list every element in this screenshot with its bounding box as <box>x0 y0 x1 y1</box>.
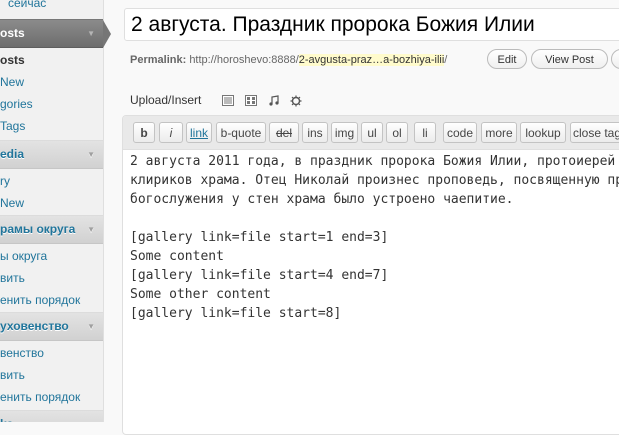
quicktags-toolbar: b i link b-quote del ins img ul ol li co… <box>123 116 619 150</box>
media-icon[interactable] <box>290 95 302 107</box>
sidebar-item-clergy[interactable]: венство <box>0 346 103 360</box>
sidebar-item-media-new[interactable]: New <box>0 196 103 210</box>
content-line: Some other content <box>130 287 271 302</box>
sidebar-header-clergy-label: уховенство <box>0 319 69 333</box>
content-line: клириков храма. Отец Николай произнес пр… <box>130 173 619 188</box>
qt-close-tags-button[interactable]: close tags <box>570 122 619 143</box>
audio-icon[interactable] <box>268 95 280 106</box>
sidebar-header-temples-label: рамы округа <box>0 222 76 236</box>
sidebar-item-clergy-add[interactable]: вить <box>0 368 103 382</box>
sidebar-header-links-label: ks <box>0 417 13 422</box>
sidebar-header-links[interactable]: ks ▼ <box>0 410 103 422</box>
content-line: [gallery link=file start=8] <box>130 306 342 321</box>
sidebar-item-temples[interactable]: ы округа <box>0 249 103 263</box>
chevron-down-icon: ▼ <box>87 150 95 159</box>
sidebar-header-temples[interactable]: рамы округа ▼ <box>0 215 103 244</box>
sidebar-header-clergy[interactable]: уховенство ▼ <box>0 312 103 341</box>
qt-blockquote-button[interactable]: b-quote <box>216 122 266 143</box>
permalink-slug[interactable]: 2-avgusta-praz…a-bozhiya-ilii <box>298 54 445 66</box>
sidebar-item-library[interactable]: ry <box>0 174 103 188</box>
qt-ol-button[interactable]: ol <box>386 122 408 143</box>
permalink-base: http://horoshevo:8888/ <box>189 54 299 66</box>
chevron-down-icon: ▼ <box>87 225 95 234</box>
html-editor[interactable]: b i link b-quote del ins img ul ol li co… <box>122 115 619 435</box>
sidebar-item-temples-add[interactable]: вить <box>0 271 103 285</box>
qt-img-button[interactable]: img <box>331 122 358 143</box>
permalink-end: / <box>444 54 448 66</box>
sidebar-header-posts-label: osts <box>0 26 25 40</box>
current-menu-pointer <box>103 20 111 48</box>
edit-permalink-button[interactable]: Edit <box>487 49 527 69</box>
qt-ul-button[interactable]: ul <box>361 122 383 143</box>
qt-lookup-button[interactable]: lookup <box>520 122 566 143</box>
qt-more-button[interactable]: more <box>481 122 517 143</box>
content-line: [gallery link=file start=4 end=7] <box>130 268 389 283</box>
sidebar-item-all-posts[interactable]: osts <box>0 53 103 67</box>
sidebar-header-media[interactable]: edia ▼ <box>0 140 103 169</box>
qt-code-button[interactable]: code <box>443 122 477 143</box>
chevron-down-icon: ▼ <box>87 29 95 38</box>
upload-insert-label: Upload/Insert <box>130 93 202 107</box>
admin-sidebar: сейчас osts ▼ osts New gories Tags edia … <box>0 0 104 422</box>
sidebar-item-tags[interactable]: Tags <box>0 119 103 133</box>
qt-del-button[interactable]: del <box>269 122 299 143</box>
sidebar-header-media-label: edia <box>0 147 25 161</box>
chevron-down-icon: ▼ <box>87 322 95 331</box>
video-icon[interactable] <box>245 95 257 106</box>
sidebar-item-temples-order[interactable]: енить порядок <box>0 293 103 307</box>
post-title-field[interactable]: 2 августа. Праздник пророка Божия Илии <box>124 8 619 41</box>
post-title-text: 2 августа. Праздник пророка Божия Илии <box>131 13 535 36</box>
qt-li-button[interactable]: li <box>414 122 436 143</box>
sidebar-item-top[interactable]: сейчас <box>8 0 103 10</box>
sidebar-item-clergy-order[interactable]: енить порядок <box>0 390 103 404</box>
content-line: Some content <box>130 249 224 264</box>
sidebar-item-categories[interactable]: gories <box>0 97 103 111</box>
qt-ins-button[interactable]: ins <box>302 122 328 143</box>
qt-link-button[interactable]: link <box>186 122 212 143</box>
extra-button[interactable] <box>611 49 619 69</box>
content-line: [gallery link=file start=1 end=3] <box>130 230 389 245</box>
chevron-down-icon: ▼ <box>87 411 95 422</box>
permalink-label: Permalink: <box>130 54 187 66</box>
sidebar-header-posts[interactable]: osts ▼ <box>0 19 103 48</box>
content-line: 2 августа 2011 года, в праздник пророка … <box>130 154 616 169</box>
qt-italic-button[interactable]: i <box>159 122 183 143</box>
sidebar-item-add-new[interactable]: New <box>0 75 103 89</box>
qt-bold-button[interactable]: b <box>133 122 155 143</box>
content-line: богослужения у стен храма было устроено … <box>130 192 514 207</box>
view-post-button[interactable]: View Post <box>531 49 608 69</box>
permalink-row: Permalink: http://horoshevo:8888/2-avgus… <box>130 53 447 67</box>
image-icon[interactable] <box>222 95 234 106</box>
